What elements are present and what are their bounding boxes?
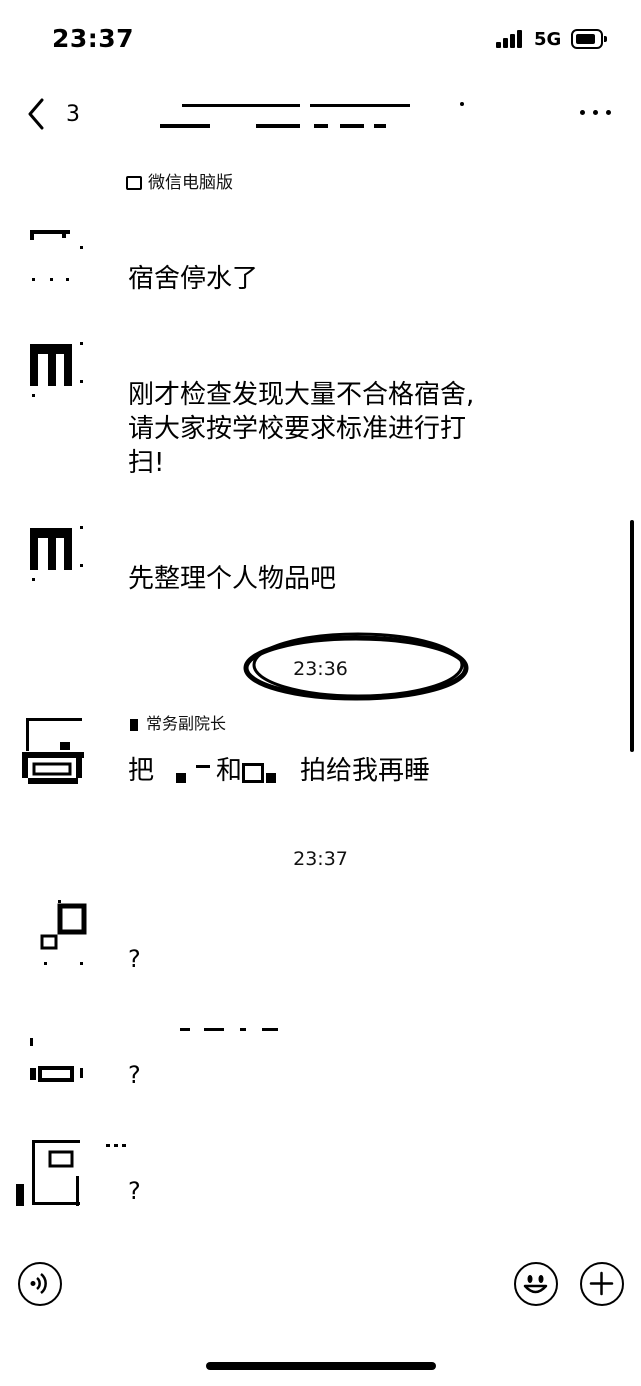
back-button[interactable] xyxy=(22,94,62,134)
sender-name: 常务副院长 xyxy=(130,710,226,734)
emoji-button[interactable] xyxy=(514,1262,558,1306)
message-fragment: 把 xyxy=(128,756,155,786)
avatar[interactable] xyxy=(14,1136,88,1212)
plus-icon xyxy=(589,1271,614,1296)
avatar-image xyxy=(22,718,84,784)
plus-button[interactable] xyxy=(580,1262,624,1306)
sender-name-redacted xyxy=(106,1144,128,1148)
voice-button[interactable] xyxy=(18,1262,62,1306)
home-indicator[interactable] xyxy=(206,1362,436,1370)
redaction-block xyxy=(154,759,216,785)
desktop-icon xyxy=(126,176,142,190)
message-text-partially-redacted[interactable]: 把 和 拍给我再睡 xyxy=(128,754,430,788)
chevron-left-icon xyxy=(28,98,44,130)
timestamp: 23:37 xyxy=(293,848,348,870)
message-line: 刚才检查发现大量不合格宿舍, xyxy=(128,380,475,410)
avatar-image xyxy=(16,1140,80,1206)
message-line: 请大家按学校要求标准进行打 xyxy=(128,414,467,444)
avatar-image xyxy=(30,526,83,581)
avatar-image xyxy=(40,900,87,965)
chat-title-redacted xyxy=(160,98,480,134)
network-type: 5G xyxy=(534,29,562,50)
redaction-block xyxy=(242,759,300,785)
sender-title: 常务副院长 xyxy=(146,714,227,733)
sender-redaction xyxy=(130,718,138,731)
message-text[interactable]: 先整理个人物品吧 xyxy=(128,562,336,596)
message-text-multiline[interactable]: 刚才检查发现大量不合格宿舍, 请大家按学校要求标准进行打 扫! xyxy=(128,378,474,480)
avatar-image xyxy=(30,230,83,281)
message-fragment: 拍给我再睡 xyxy=(300,756,431,786)
source-tag-label: 微信电脑版 xyxy=(148,173,233,193)
message-text[interactable]: ? xyxy=(128,942,141,976)
timestamp: 23:36 xyxy=(293,658,348,680)
more-button[interactable] xyxy=(576,100,616,124)
avatar-image xyxy=(30,342,83,397)
avatar[interactable] xyxy=(26,1024,88,1086)
avatar[interactable] xyxy=(20,716,86,788)
source-tag: 微信电脑版 xyxy=(126,168,233,193)
emoji-icon xyxy=(523,1275,548,1294)
status-time: 23:37 xyxy=(52,24,135,53)
battery-icon xyxy=(571,29,607,49)
scrollbar[interactable] xyxy=(630,520,634,752)
signal-icon xyxy=(496,30,526,48)
message-text[interactable]: ? xyxy=(128,1174,141,1208)
sender-name-redacted xyxy=(180,1028,280,1034)
unread-count[interactable]: 3 xyxy=(66,102,80,127)
message-line: 扫! xyxy=(128,448,165,478)
avatar[interactable] xyxy=(26,340,84,398)
message-text[interactable]: 宿舍停水了 xyxy=(128,262,258,296)
avatar[interactable] xyxy=(38,896,88,966)
voice-icon xyxy=(30,1273,47,1294)
message-fragment: 和 xyxy=(216,756,243,786)
message-text[interactable]: ? xyxy=(128,1058,141,1092)
avatar[interactable] xyxy=(26,226,84,284)
avatar-image xyxy=(30,1038,83,1082)
avatar[interactable] xyxy=(26,524,84,582)
